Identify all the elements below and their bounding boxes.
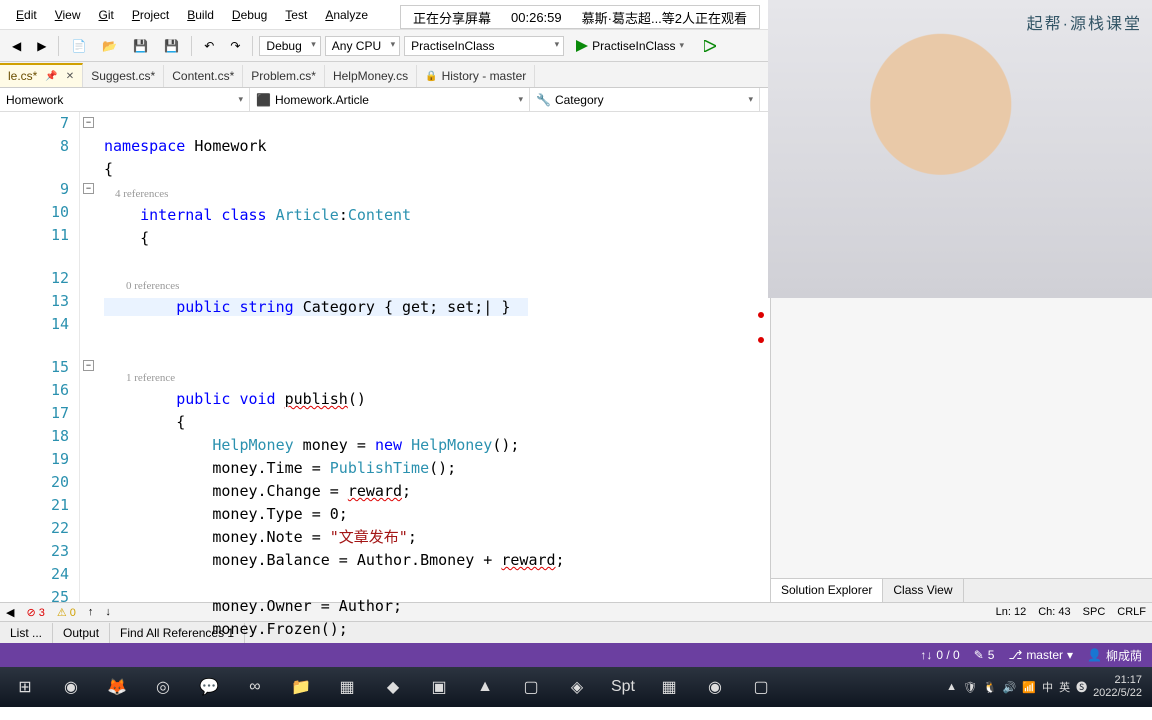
tray-icon[interactable]: 🛡 xyxy=(963,681,977,694)
menu-build[interactable]: Build xyxy=(179,4,222,26)
ime-indicator[interactable]: 中 xyxy=(1042,679,1053,695)
fold-toggle[interactable]: − xyxy=(83,183,94,194)
git-status-bar: ↑↓ 0 / 0 ✎ 5 ⎇ master ▾ 👤 柳成荫 xyxy=(0,643,1152,667)
fold-toggle[interactable]: − xyxy=(83,360,94,371)
tab-problem[interactable]: Problem.cs* xyxy=(243,65,325,87)
webcam-overlay: 起帮·源栈课堂 xyxy=(768,0,1152,298)
platform-select[interactable]: Any CPU xyxy=(325,36,400,56)
wechat-icon[interactable]: 💬 xyxy=(188,670,230,704)
app-icon[interactable]: ▢ xyxy=(510,670,552,704)
start-debug-button[interactable]: PractiseInClass ▾ xyxy=(568,37,692,55)
start-button[interactable]: ⊞ xyxy=(4,670,46,704)
app-icon[interactable]: ▦ xyxy=(648,670,690,704)
chrome-icon[interactable]: ◉ xyxy=(50,670,92,704)
undo-button[interactable]: ↶ xyxy=(198,36,220,56)
menu-debug[interactable]: Debug xyxy=(224,4,275,26)
clock[interactable]: 21:17 2022/5/22 xyxy=(1093,674,1142,700)
config-select[interactable]: Debug xyxy=(259,36,320,56)
menu-edit[interactable]: Edit xyxy=(8,4,45,26)
edge-icon[interactable]: ◎ xyxy=(142,670,184,704)
lock-icon: 🔒 xyxy=(425,71,437,82)
vs-icon[interactable]: ∞ xyxy=(234,670,276,704)
eol-indicator[interactable]: CRLF xyxy=(1117,606,1146,618)
fold-gutter: − − − xyxy=(80,112,100,602)
tray-icon[interactable]: 🐧 xyxy=(983,681,997,694)
tray-icon[interactable]: ▲ xyxy=(946,681,957,693)
play-icon xyxy=(576,40,588,52)
open-button[interactable]: 📂 xyxy=(96,36,123,56)
redo-button[interactable]: ↷ xyxy=(224,36,246,56)
share-viewers: 慕斯·葛志超...等2人正在观看 xyxy=(582,8,747,27)
tab-suggest[interactable]: Suggest.cs* xyxy=(83,65,164,87)
code-text[interactable]: namespace Homework { 4 references intern… xyxy=(100,112,770,602)
menu-view[interactable]: View xyxy=(47,4,89,26)
git-branch[interactable]: ⎇ master ▾ xyxy=(1008,648,1073,662)
tray-icon[interactable]: 📶 xyxy=(1022,681,1036,694)
app-icon[interactable]: Spt xyxy=(602,670,644,704)
menu-project[interactable]: Project xyxy=(124,4,177,26)
line-indicator: Ln: 12 xyxy=(996,606,1027,618)
codelens-method[interactable]: 1 reference xyxy=(104,372,175,384)
play-outline-icon xyxy=(704,40,716,52)
tab-helpmoney[interactable]: HelpMoney.cs xyxy=(325,65,417,87)
system-tray: ▲ 🛡 🐧 🔊 📶 中 英 🅢 21:17 2022/5/22 xyxy=(946,674,1148,700)
start-debug-label: PractiseInClass xyxy=(592,39,675,53)
col-indicator: Ch: 43 xyxy=(1038,606,1070,618)
tab-error-list[interactable]: List ... xyxy=(0,623,53,643)
menu-analyze[interactable]: Analyze xyxy=(317,4,376,26)
explorer-icon[interactable]: 📁 xyxy=(280,670,322,704)
tab-history[interactable]: 🔒History - master xyxy=(417,65,535,87)
panel-tabs: Solution Explorer Class View xyxy=(771,578,1152,602)
git-sync[interactable]: ↑↓ 0 / 0 xyxy=(920,648,959,662)
class-selector[interactable]: ⬛Homework.Article xyxy=(250,88,530,111)
new-button[interactable]: 📄 xyxy=(65,36,92,56)
save-button[interactable]: 💾 xyxy=(127,36,154,56)
codelens-prop[interactable]: 0 references xyxy=(104,280,179,292)
tray-icon[interactable]: 🔊 xyxy=(1003,681,1017,694)
firefox-icon[interactable]: 🦊 xyxy=(96,670,138,704)
app-icon[interactable]: ◆ xyxy=(372,670,414,704)
app-icon[interactable]: ▢ xyxy=(740,670,782,704)
ime-indicator[interactable]: 英 xyxy=(1059,679,1070,695)
tab-solution-explorer[interactable]: Solution Explorer xyxy=(771,579,883,602)
share-status: 正在分享屏幕 xyxy=(413,8,491,27)
indent-indicator[interactable]: SPC xyxy=(1083,606,1106,618)
pin-icon[interactable]: 📌 xyxy=(45,71,57,82)
app-icon[interactable]: ▦ xyxy=(326,670,368,704)
startup-select[interactable]: PractiseInClass xyxy=(404,36,564,56)
back-button[interactable]: ◀ xyxy=(6,36,27,56)
save-all-button[interactable]: 💾 xyxy=(158,36,185,56)
app-icon[interactable]: ◈ xyxy=(556,670,598,704)
fold-toggle[interactable]: − xyxy=(83,117,94,128)
error-marker[interactable] xyxy=(758,312,764,318)
project-selector[interactable]: Homework xyxy=(0,88,250,111)
git-user[interactable]: 👤 柳成荫 xyxy=(1087,647,1142,664)
share-timer: 00:26:59 xyxy=(511,10,562,25)
app-icon[interactable]: ◉ xyxy=(694,670,736,704)
tab-content[interactable]: Content.cs* xyxy=(164,65,243,87)
app-icon[interactable]: ▣ xyxy=(418,670,460,704)
code-editor[interactable]: 7 8 9 10 11 12 13 14 15 16 17 18 19 20 2… xyxy=(0,112,770,602)
nav-up[interactable]: ↑ xyxy=(88,606,94,618)
menu-test[interactable]: Test xyxy=(277,4,315,26)
codelens-class[interactable]: 4 references xyxy=(104,188,168,200)
menu-git[interactable]: Git xyxy=(91,4,122,26)
tab-class-view[interactable]: Class View xyxy=(883,579,963,602)
forward-button[interactable]: ▶ xyxy=(31,36,52,56)
ime-icon[interactable]: 🅢 xyxy=(1076,679,1087,695)
taskbar: ⊞ ◉ 🦊 ◎ 💬 ∞ 📁 ▦ ◆ ▣ ▲ ▢ ◈ Spt ▦ ◉ ▢ ▲ 🛡 … xyxy=(0,667,1152,707)
member-selector[interactable]: 🔧Category xyxy=(530,88,760,111)
app-icon[interactable]: ▲ xyxy=(464,670,506,704)
tab-output[interactable]: Output xyxy=(53,623,110,643)
start-nodebug-button[interactable] xyxy=(696,38,724,54)
webcam-logo: 起帮·源栈课堂 xyxy=(1027,10,1142,34)
error-marker[interactable] xyxy=(758,337,764,343)
git-changes[interactable]: ✎ 5 xyxy=(974,648,995,662)
screen-share-bar: 正在分享屏幕 00:26:59 慕斯·葛志超...等2人正在观看 xyxy=(400,5,760,29)
tab-article[interactable]: le.cs*📌✕ xyxy=(0,63,83,87)
close-icon[interactable]: ✕ xyxy=(66,71,74,82)
line-gutter: 7 8 9 10 11 12 13 14 15 16 17 18 19 20 2… xyxy=(0,112,80,602)
